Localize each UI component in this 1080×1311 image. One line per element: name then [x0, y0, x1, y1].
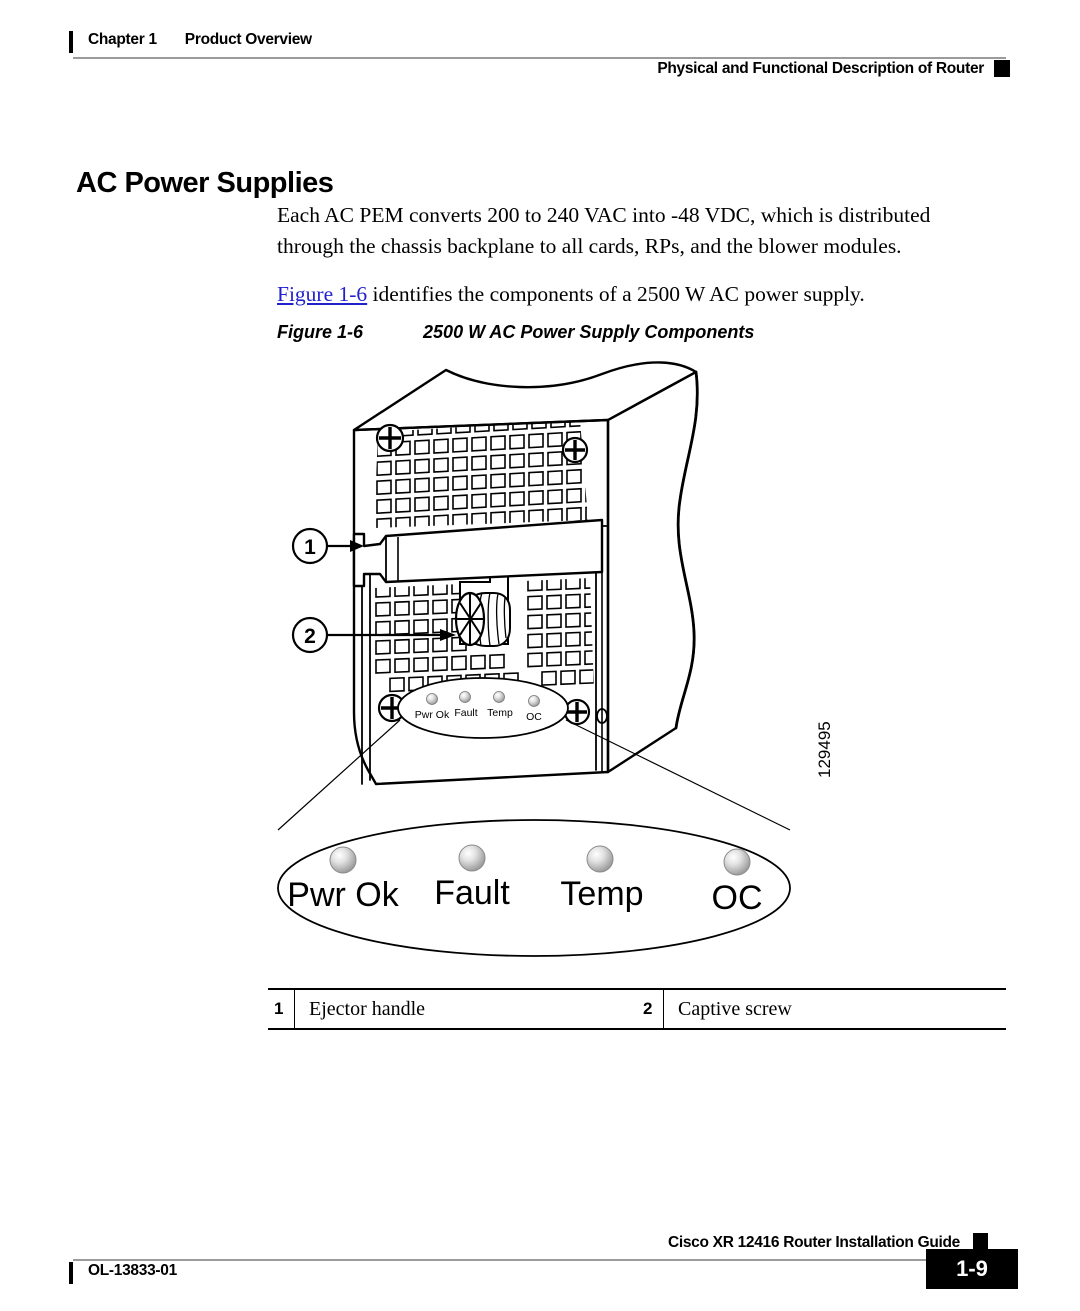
artwork-id: 129495	[815, 721, 834, 778]
captive-screw	[454, 591, 511, 647]
callout-1-number: 1	[304, 536, 316, 559]
paragraph-intro: Each AC PEM converts 200 to 240 VAC into…	[277, 203, 931, 258]
document-id: OL-13833-01	[88, 1262, 177, 1279]
ejector-handle	[352, 518, 604, 588]
led-label-small-fault: Fault	[454, 707, 477, 719]
figure-legend-table: 1 Ejector handle 2 Captive screw	[268, 988, 1006, 1030]
led-label-small-pwr-ok: Pwr Ok	[415, 709, 450, 721]
body-text: Each AC PEM converts 200 to 240 VAC into…	[277, 200, 997, 327]
table-row: 1 Ejector handle 2 Captive screw	[268, 990, 1006, 1028]
guide-title: Cisco XR 12416 Router Installation Guide	[667, 1234, 960, 1251]
led-label-small-temp: Temp	[487, 707, 513, 719]
legend-label-1: Ejector handle	[294, 990, 637, 1028]
callout-2: 2	[291, 616, 456, 654]
led-label-fault: Fault	[434, 874, 510, 912]
header-left-tick	[69, 31, 73, 53]
phillips-screw-top-right	[561, 436, 589, 464]
paragraph-figure-ref: Figure 1-6 identifies the components of …	[277, 279, 997, 310]
legend-number-1: 1	[274, 999, 284, 1018]
led-panel-magnified: Pwr Ok Fault Temp OC	[277, 819, 791, 957]
led-label-pwr-ok: Pwr Ok	[287, 876, 399, 914]
footer-rule	[73, 1259, 929, 1261]
header-rule	[73, 57, 1006, 59]
led-label-oc: OC	[712, 879, 763, 917]
power-supply-illustration: Pwr Ok Fault Temp OC Pwr Ok Fault Temp O…	[250, 360, 870, 970]
footer-left-tick	[69, 1262, 73, 1284]
page-header: Chapter 1 Product Overview Physical and F…	[0, 0, 1080, 92]
legend-label-2: Captive screw	[663, 990, 1006, 1028]
breadcrumb: Chapter 1 Product Overview	[88, 31, 312, 49]
led-panel-small: Pwr Ok Fault Temp OC	[397, 677, 569, 739]
chassis-top-face	[352, 361, 698, 432]
running-head: Physical and Functional Description of R…	[657, 60, 984, 77]
legend-number-2: 2	[643, 999, 653, 1018]
led-label-temp: Temp	[560, 875, 643, 913]
figure-caption-number: Figure 1-6	[277, 322, 364, 342]
led-label-small-oc: OC	[526, 711, 542, 723]
phillips-screw-top-left	[375, 423, 405, 453]
chapter-label: Chapter 1	[88, 31, 157, 48]
phillips-screw-bottom-right	[563, 698, 591, 726]
paragraph-figure-ref-text: identifies the components of a 2500 W AC…	[367, 282, 865, 306]
page-number-badge: 1-9	[926, 1249, 1018, 1289]
legend-bottom-rule	[268, 1028, 1006, 1030]
figure-caption-title: 2500 W AC Power Supply Components	[423, 322, 755, 342]
page-title: AC Power Supplies	[76, 167, 334, 200]
chapter-title: Product Overview	[184, 31, 312, 48]
figure-cross-reference-link[interactable]: Figure 1-6	[277, 282, 367, 306]
header-square-marker	[994, 60, 1010, 77]
callout-2-number: 2	[304, 625, 316, 648]
figure-caption: Figure 1-6 2500 W AC Power Supply Compone…	[277, 322, 754, 343]
